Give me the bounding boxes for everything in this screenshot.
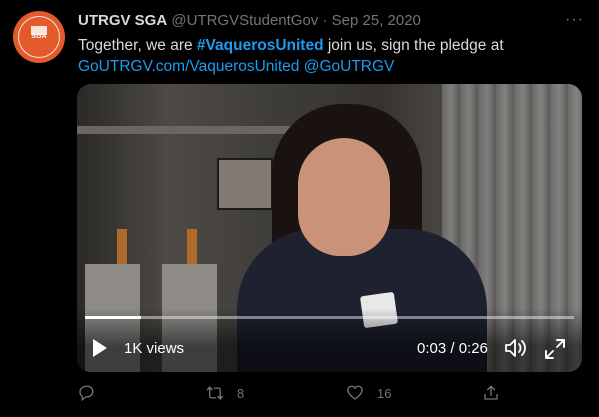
author-name[interactable]: UTRGV SGA: [78, 12, 167, 29]
wall-picture: [217, 158, 273, 210]
reply-action[interactable]: [77, 384, 108, 402]
action-bar: 8 16: [0, 384, 599, 406]
progress-fill: [85, 316, 142, 319]
video-player[interactable]: 1K views 0:03 / 0:26: [77, 84, 582, 372]
tweet-text-part2: join us, sign the pledge at: [323, 37, 504, 54]
volume-icon[interactable]: [504, 338, 528, 358]
share-icon: [484, 385, 498, 400]
author-handle[interactable]: @UTRGVStudentGov: [171, 12, 318, 29]
tweet-text-part1: Together, we are: [78, 37, 197, 54]
mention-link[interactable]: @GoUTRGV: [304, 58, 395, 75]
heart-icon: [347, 385, 363, 400]
bottle-left: [117, 229, 127, 264]
tweet-date[interactable]: Sep 25, 2020: [332, 12, 421, 29]
tweet-header: UTRGV SGA @UTRGVStudentGov · Sep 25, 202…: [78, 12, 579, 32]
separator: ·: [322, 12, 328, 29]
fullscreen-icon[interactable]: [544, 338, 566, 360]
time-display: 0:03 / 0:26: [417, 340, 488, 357]
play-icon[interactable]: [93, 339, 107, 357]
share-action[interactable]: [482, 384, 500, 402]
tweet-text: Together, we are #VaquerosUnited join us…: [78, 35, 578, 77]
retweet-count: 8: [237, 385, 245, 401]
view-count: 1K views: [124, 340, 185, 357]
avatar[interactable]: SGA: [13, 11, 65, 63]
more-options-icon[interactable]: ···: [565, 11, 584, 29]
pledge-link[interactable]: GoUTRGV.com/VaquerosUnited: [78, 58, 299, 75]
hashtag-link[interactable]: #VaquerosUnited: [197, 37, 324, 54]
progress-bar[interactable]: [85, 316, 574, 319]
like-action[interactable]: 16: [346, 384, 391, 402]
like-count: 16: [377, 385, 392, 401]
bottle-right: [187, 229, 197, 264]
person-face: [298, 138, 390, 256]
retweet-action[interactable]: 8: [206, 384, 244, 402]
avatar-label: SGA: [31, 33, 47, 40]
reply-icon: [79, 385, 94, 402]
retweet-icon: [206, 386, 224, 400]
